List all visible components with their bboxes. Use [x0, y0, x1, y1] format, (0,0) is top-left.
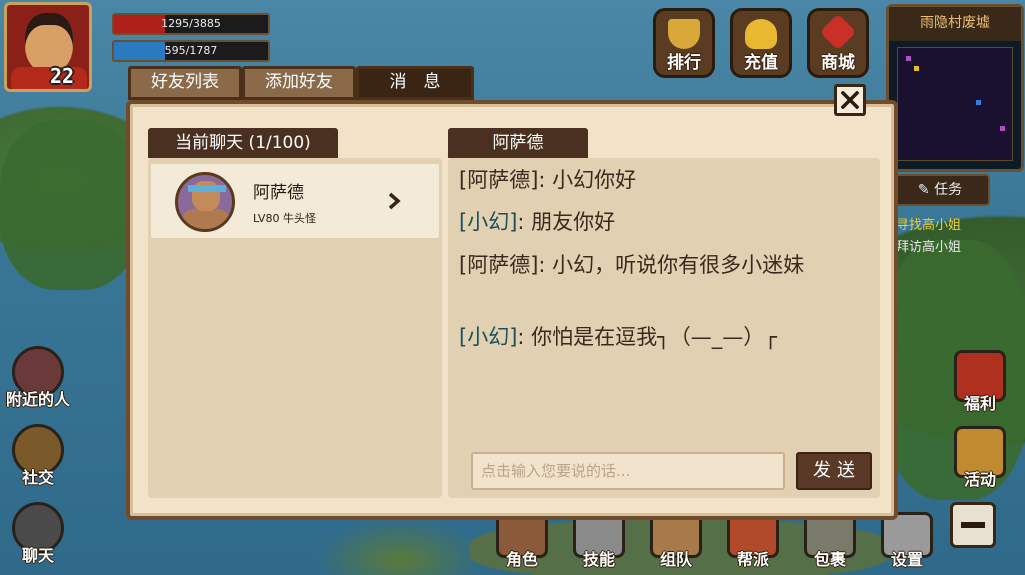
recharge-button[interactable]: 充值 [730, 8, 792, 78]
event-button[interactable]: 活动 [948, 426, 1012, 490]
settings-button[interactable]: 设置 [875, 512, 939, 572]
quest-objective-2[interactable]: 拜访高小姐 [896, 236, 961, 255]
ranking-label: 排行 [667, 53, 701, 73]
friends-list-header: 当前聊天 (1/100) [148, 128, 338, 158]
minimap[interactable]: 雨隐村废墟 [886, 4, 1024, 172]
chat-header: 阿萨德 [448, 128, 588, 158]
minimap-marker [976, 100, 981, 105]
minimap-title: 雨隐村废墟 [889, 7, 1021, 41]
team-label: 组队 [659, 550, 692, 569]
close-icon [841, 91, 859, 109]
mp-bar: 595/1787 [112, 40, 270, 62]
message-sender: [阿萨德] [459, 253, 539, 277]
tab-messages[interactable]: 消 息 [356, 66, 474, 100]
minimap-marker [1000, 126, 1005, 131]
player-portrait[interactable] [4, 2, 92, 92]
ranking-button[interactable]: 排行 [653, 8, 715, 78]
welfare-button[interactable]: 福利 [948, 350, 1012, 414]
minimap-area [897, 47, 1013, 161]
close-button[interactable] [834, 84, 866, 116]
message-text: : 小幻，听说你有很多小迷妹 [538, 253, 805, 277]
player-armor [11, 67, 87, 89]
trophy-icon [668, 19, 700, 49]
quest-button[interactable]: ✎ 任务 [890, 174, 990, 206]
quest-objective-1[interactable]: 寻找高小姐 [896, 214, 961, 233]
minimap-marker [906, 56, 911, 61]
social-button[interactable]: 社交 [6, 424, 70, 488]
skills-button[interactable]: 技能 [567, 512, 631, 572]
hp-text: 1295/3885 [161, 17, 221, 30]
character-label: 角色 [505, 550, 538, 569]
quest-label: 任务 [934, 182, 963, 198]
chat-button[interactable]: 聊天 [6, 502, 70, 566]
minus-icon [961, 522, 985, 528]
friend-avatar [175, 172, 235, 232]
shop-label: 商城 [821, 53, 855, 73]
social-label: 社交 [21, 468, 54, 487]
character-button[interactable]: 角色 [490, 512, 554, 572]
chat-message: [小幻]: 你怕是在逗我┐（—_—）┌ [459, 322, 829, 352]
message-sender: [小幻] [459, 210, 518, 234]
send-button[interactable]: 发送 [796, 452, 872, 490]
mp-text: 595/1787 [164, 44, 218, 57]
event-label: 活动 [963, 470, 996, 489]
chat-message: [小幻]: 朋友你好 [459, 207, 839, 237]
nearby-people-button[interactable]: 附近的人 [6, 346, 70, 410]
nearby-people-label: 附近的人 [6, 390, 71, 409]
settings-label: 设置 [890, 550, 923, 569]
bag-label: 包裹 [813, 550, 846, 569]
guild-button[interactable]: 帮派 [721, 512, 785, 572]
guild-label: 帮派 [736, 550, 769, 569]
tab-add-friend[interactable]: 添加好友 [242, 66, 356, 100]
chevron-right-icon [388, 192, 401, 210]
land-patch [0, 120, 140, 290]
message-sender: [阿萨德] [459, 168, 539, 192]
chat-input[interactable]: 点击输入您要说的话... [471, 452, 785, 490]
tab-friend-list[interactable]: 好友列表 [128, 66, 242, 100]
chat-message: [阿萨德]: 小幻，听说你有很多小迷妹 [459, 250, 831, 280]
bag-button[interactable]: 包裹 [798, 512, 862, 572]
skills-label: 技能 [582, 550, 615, 569]
message-text: : 朋友你好 [517, 210, 616, 234]
team-button[interactable]: 组队 [644, 512, 708, 572]
player-level: 22 [50, 64, 75, 88]
shop-gem-icon [819, 13, 857, 51]
friend-list-item[interactable]: 阿萨德 LV80 牛头怪 [151, 164, 439, 238]
friend-name: 阿萨德 [253, 183, 304, 203]
shop-button[interactable]: 商城 [807, 8, 869, 78]
gold-ingot-icon [745, 19, 777, 49]
minimap-marker [914, 66, 919, 71]
avatar-body [182, 209, 230, 229]
welfare-label: 福利 [963, 394, 996, 413]
chat-label: 聊天 [21, 546, 54, 565]
message-text: : 小幻你好 [538, 168, 637, 192]
quest-icon: ✎ [917, 182, 935, 198]
avatar-headband [188, 185, 226, 192]
friend-level: LV80 牛头怪 [253, 212, 316, 225]
hp-bar: 1295/3885 [112, 13, 270, 35]
message-text: : 你怕是在逗我┐（—_—）┌ [517, 325, 777, 349]
chat-message: [阿萨德]: 小幻你好 [459, 165, 839, 195]
minimize-button[interactable] [950, 502, 996, 548]
message-sender: [小幻] [459, 325, 518, 349]
recharge-label: 充值 [744, 53, 778, 73]
